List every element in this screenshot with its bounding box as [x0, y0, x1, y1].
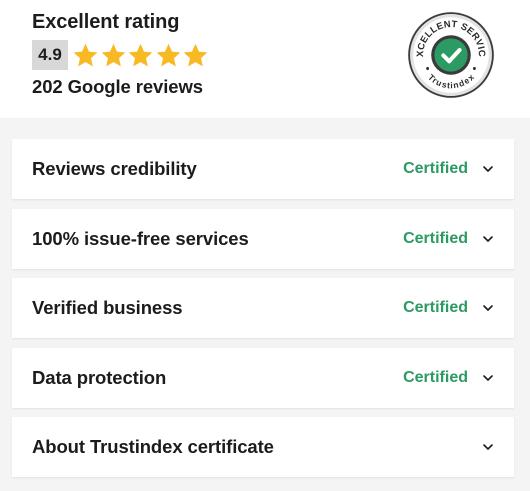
certified-status: Certified [403, 299, 468, 316]
row-verified-business[interactable]: Verified business Certified [12, 278, 514, 338]
review-count: 202 Google reviews [32, 76, 203, 97]
certified-status: Certified [403, 368, 468, 386]
row-label: Data protection [32, 366, 167, 388]
certificate-list: Reviews credibility Certified 100% issue… [12, 139, 514, 487]
excellent-service-badge: EXCELLENT SERVICE Trustindex [406, 10, 495, 99]
star-rating [72, 38, 210, 72]
rating-score: 4.9 [32, 40, 68, 70]
row-label: About Trustindex certificate [32, 436, 274, 457]
star-icon [101, 43, 125, 66]
row-label: Verified business [32, 297, 183, 318]
rating-summary: Excellent rating 4.9 202 Google reviews … [0, 0, 530, 118]
certified-status: Certified [403, 160, 468, 177]
chevron-down-icon[interactable] [482, 372, 494, 384]
rating-title: Excellent rating [32, 11, 180, 33]
row-issue-free-services[interactable]: 100% issue-free services Certified [12, 208, 514, 269]
chevron-down-icon[interactable] [482, 441, 494, 453]
row-label: Reviews credibility [32, 158, 197, 179]
star-icon [128, 43, 153, 66]
star-icon [156, 43, 180, 66]
row-data-protection[interactable]: Data protection Certified [12, 347, 514, 408]
chevron-down-icon[interactable] [482, 163, 494, 175]
chevron-down-icon[interactable] [482, 233, 494, 245]
chevron-down-icon[interactable] [482, 302, 494, 314]
row-about-certificate[interactable]: About Trustindex certificate [12, 417, 514, 477]
row-reviews-credibility[interactable]: Reviews credibility Certified [12, 139, 514, 199]
star-icon [183, 43, 208, 66]
row-label: 100% issue-free services [32, 227, 249, 249]
star-icon [73, 43, 98, 66]
certified-status: Certified [403, 229, 468, 247]
